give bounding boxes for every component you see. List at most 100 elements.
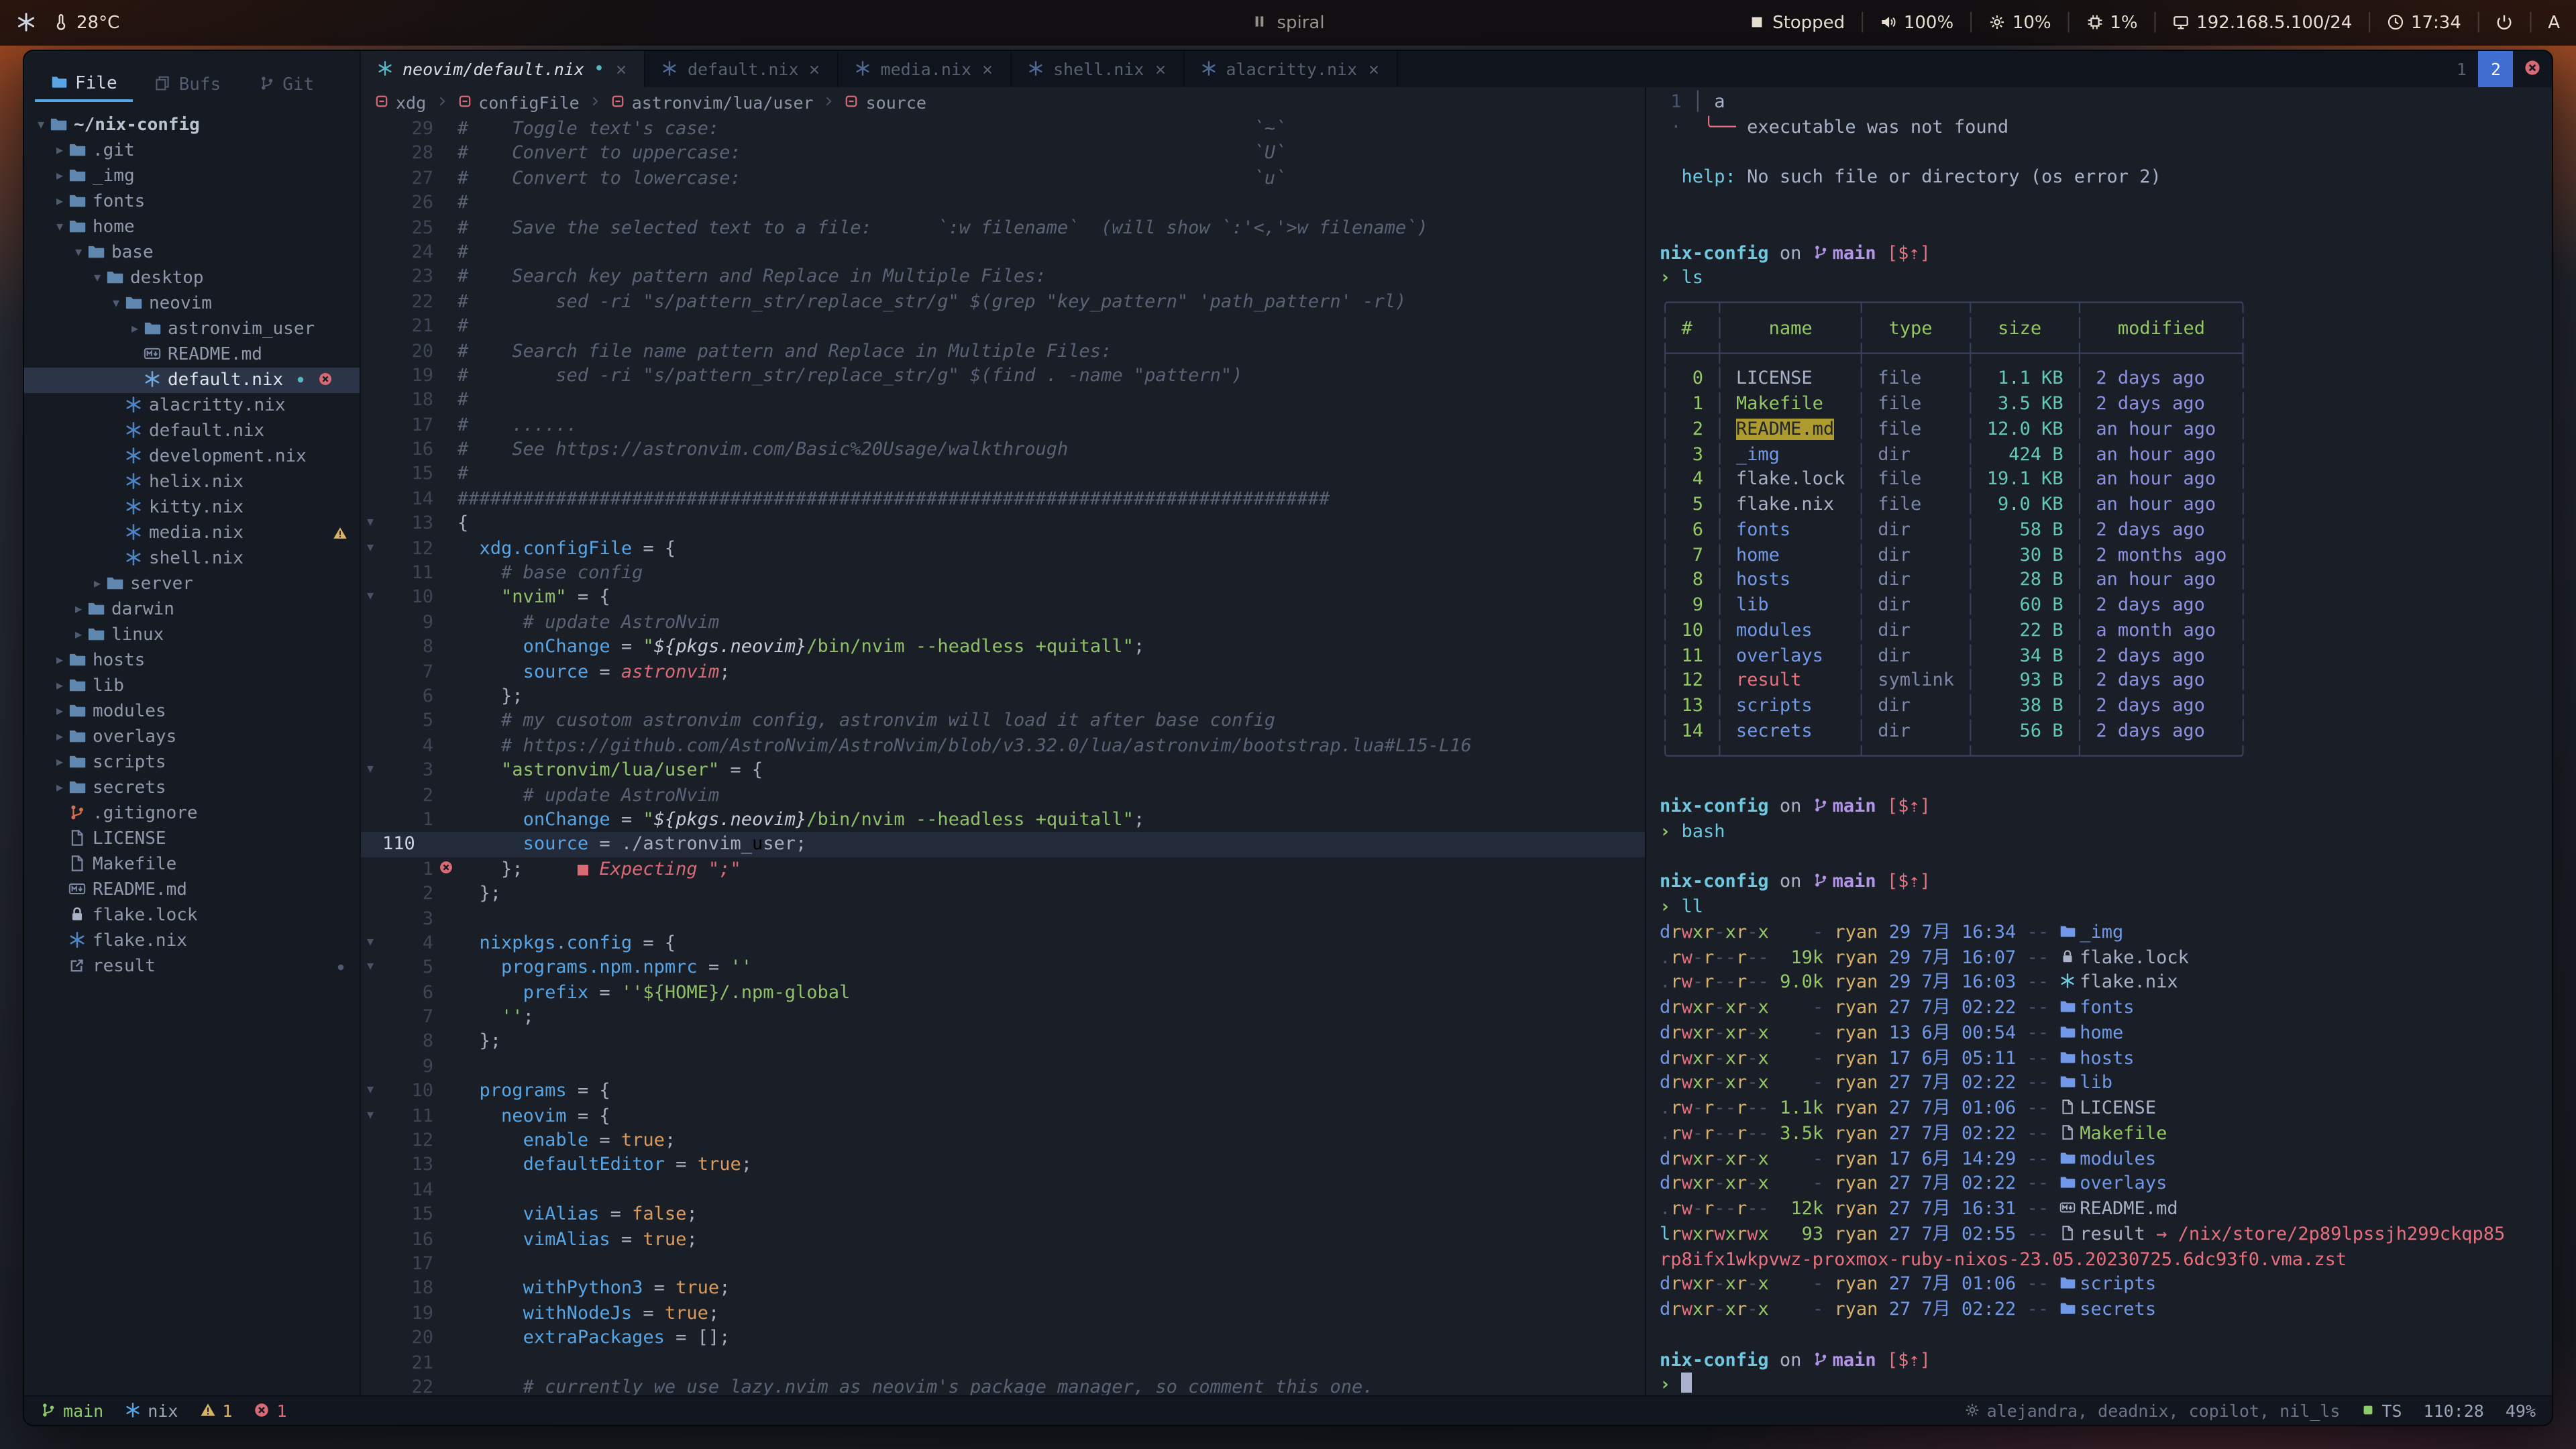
editor-line[interactable]: 14 bbox=[361, 1178, 1645, 1203]
editor[interactable]: 29# Toggle text's case: `~` 28# Convert … bbox=[361, 117, 1645, 1395]
editor-line[interactable]: ▾12 xdg.configFile = { bbox=[361, 536, 1645, 561]
chevron-down-icon[interactable]: ▾ bbox=[32, 118, 50, 133]
breadcrumb-item[interactable]: configFile bbox=[457, 92, 580, 112]
editor-line[interactable]: 23# Search key pattern and Replace in Mu… bbox=[361, 265, 1645, 290]
editor-line[interactable]: ▾11 neovim = { bbox=[361, 1104, 1645, 1128]
fold-open-icon[interactable]: ▾ bbox=[361, 536, 380, 561]
editor-line[interactable]: 19# sed -ri "s/pattern_str/replace_str/g… bbox=[361, 364, 1645, 388]
tree-item[interactable]: default.nix bbox=[24, 368, 360, 393]
buffer-tab[interactable]: alacritty.nix bbox=[1184, 51, 1397, 87]
editor-line[interactable]: 26# bbox=[361, 191, 1645, 215]
tree-item[interactable]: ▸server bbox=[24, 572, 360, 597]
tree-item[interactable]: ▾home bbox=[24, 215, 360, 240]
editor-line[interactable]: 7 ''; bbox=[361, 1005, 1645, 1030]
chevron-right-icon[interactable]: ▸ bbox=[51, 781, 68, 796]
tree-item[interactable]: README.md bbox=[24, 342, 360, 368]
chevron-down-icon[interactable]: ▾ bbox=[70, 246, 87, 260]
editor-line[interactable]: 1 onChange = "${pkgs.neovim}/bin/nvim --… bbox=[361, 808, 1645, 833]
clock-widget[interactable]: 17:34 bbox=[2387, 13, 2461, 33]
tree-item[interactable]: development.nix bbox=[24, 444, 360, 470]
tree-item[interactable]: ▸_img bbox=[24, 164, 360, 189]
explorer-root[interactable]: ▾~/nix-config bbox=[32, 113, 360, 138]
editor-line[interactable]: 12 enable = true; bbox=[361, 1128, 1645, 1153]
chevron-right-icon[interactable]: ▸ bbox=[126, 322, 144, 337]
tree-item[interactable]: LICENSE bbox=[24, 826, 360, 852]
close-icon[interactable] bbox=[615, 59, 629, 79]
tree-item[interactable]: ▸linux bbox=[24, 623, 360, 648]
editor-line[interactable]: 29# Toggle text's case: `~` bbox=[361, 117, 1645, 142]
chevron-right-icon[interactable]: ▸ bbox=[70, 628, 87, 643]
editor-line[interactable]: 3 bbox=[361, 906, 1645, 931]
fold-open-icon[interactable]: ▾ bbox=[361, 758, 380, 783]
chevron-right-icon[interactable]: ▸ bbox=[51, 169, 68, 184]
chevron-right-icon[interactable]: ▸ bbox=[51, 195, 68, 209]
volume-widget[interactable]: 100% bbox=[1880, 13, 1953, 33]
tree-item[interactable]: README.md bbox=[24, 877, 360, 903]
layout-widget[interactable]: A bbox=[2548, 13, 2560, 33]
statusline-errors[interactable]: 1 bbox=[254, 1401, 286, 1421]
tree-item[interactable]: ▾desktop bbox=[24, 266, 360, 291]
tree-item[interactable]: Makefile bbox=[24, 852, 360, 877]
editor-line[interactable]: 8 }; bbox=[361, 1030, 1645, 1055]
statusline-git-branch[interactable]: main bbox=[40, 1401, 103, 1421]
editor-line[interactable]: ▾3 "astronvim/lua/user" = { bbox=[361, 758, 1645, 783]
statusline-position[interactable]: 110:28 bbox=[2424, 1401, 2484, 1421]
explorer-tab-git[interactable]: Git bbox=[242, 69, 330, 100]
editor-line[interactable]: 13 defaultEditor = true; bbox=[361, 1153, 1645, 1178]
memory-widget[interactable]: 1% bbox=[2086, 13, 2137, 33]
statusline-lsp[interactable]: alejandra, deadnix, copilot, nil_ls bbox=[1964, 1401, 2341, 1421]
buffer-tab[interactable]: shell.nix bbox=[1012, 51, 1184, 87]
tree-item[interactable]: ▾base bbox=[24, 240, 360, 266]
editor-line[interactable]: 5 # my cusotom astronvim config, astronv… bbox=[361, 709, 1645, 734]
tree-item[interactable]: shell.nix bbox=[24, 546, 360, 572]
editor-line[interactable]: 6 prefix = ''${HOME}/.npm-global bbox=[361, 980, 1645, 1005]
explorer-tab-file[interactable]: File bbox=[35, 68, 133, 101]
close-icon[interactable] bbox=[808, 59, 822, 79]
chevron-right-icon[interactable]: ▸ bbox=[51, 679, 68, 694]
close-icon[interactable] bbox=[1366, 59, 1380, 79]
tree-item[interactable]: result bbox=[24, 954, 360, 979]
editor-line[interactable]: ▾10 programs = { bbox=[361, 1079, 1645, 1104]
tree-item[interactable]: ▸lib bbox=[24, 674, 360, 699]
chevron-right-icon[interactable]: ▸ bbox=[51, 755, 68, 770]
tree-item[interactable]: default.nix bbox=[24, 419, 360, 444]
editor-line[interactable]: 16 vimAlias = true; bbox=[361, 1227, 1645, 1252]
editor-line[interactable]: 15 viAlias = false; bbox=[361, 1202, 1645, 1227]
editor-line[interactable]: 22# sed -ri "s/pattern_str/replace_str/g… bbox=[361, 289, 1645, 314]
editor-line[interactable]: ▾4 nixpkgs.config = { bbox=[361, 931, 1645, 956]
temperature-widget[interactable]: 28°C bbox=[52, 13, 119, 33]
editor-line[interactable]: 15# bbox=[361, 462, 1645, 487]
chevron-down-icon[interactable]: ▾ bbox=[51, 220, 68, 235]
tree-item[interactable]: ▸.git bbox=[24, 138, 360, 164]
tree-item[interactable]: flake.nix bbox=[24, 928, 360, 954]
cpu-widget[interactable]: 10% bbox=[1988, 13, 2051, 33]
fold-open-icon[interactable]: ▾ bbox=[361, 1079, 380, 1104]
tree-item[interactable]: ▸hosts bbox=[24, 648, 360, 674]
editor-line[interactable]: ▾5 programs.npm.npmrc = '' bbox=[361, 956, 1645, 981]
chevron-right-icon[interactable]: ▸ bbox=[70, 602, 87, 617]
editor-line[interactable]: 2 # update AstroNvim bbox=[361, 783, 1645, 808]
editor-line[interactable]: ▾10 "nvim" = { bbox=[361, 586, 1645, 610]
editor-line[interactable]: 9 # update AstroNvim bbox=[361, 610, 1645, 635]
editor-line[interactable]: 28# Convert to uppercase: `U` bbox=[361, 142, 1645, 166]
power-widget[interactable] bbox=[2496, 15, 2514, 30]
tree-item[interactable]: ▾neovim bbox=[24, 291, 360, 317]
editor-line[interactable]: 20# Search file name pattern and Replace… bbox=[361, 339, 1645, 364]
fold-open-icon[interactable]: ▾ bbox=[361, 931, 380, 956]
fold-open-icon[interactable]: ▾ bbox=[361, 512, 380, 537]
tree-item[interactable]: helix.nix bbox=[24, 470, 360, 495]
fold-open-icon[interactable]: ▾ bbox=[361, 586, 380, 610]
editor-line[interactable]: 25# Save the selected text to a file: `:… bbox=[361, 215, 1645, 240]
tree-item[interactable]: ▸astronvim_user bbox=[24, 317, 360, 342]
close-icon[interactable] bbox=[981, 59, 994, 79]
tabline-close-button[interactable] bbox=[2513, 51, 2552, 87]
playerctl-widget[interactable]: Stopped bbox=[1748, 13, 1845, 33]
chevron-right-icon[interactable]: ▸ bbox=[51, 704, 68, 719]
editor-line[interactable]: 22 # currently we use lazy.nvim as neovi… bbox=[361, 1375, 1645, 1395]
editor-line[interactable]: 8 onChange = "${pkgs.neovim}/bin/nvim --… bbox=[361, 635, 1645, 659]
chevron-right-icon[interactable]: ▸ bbox=[89, 577, 106, 592]
statusline-warnings[interactable]: 1 bbox=[199, 1401, 232, 1421]
editor-line[interactable]: 21# bbox=[361, 314, 1645, 339]
explorer-tab-bufs[interactable]: Bufs bbox=[139, 69, 237, 100]
nixos-logo-icon[interactable] bbox=[16, 13, 36, 33]
